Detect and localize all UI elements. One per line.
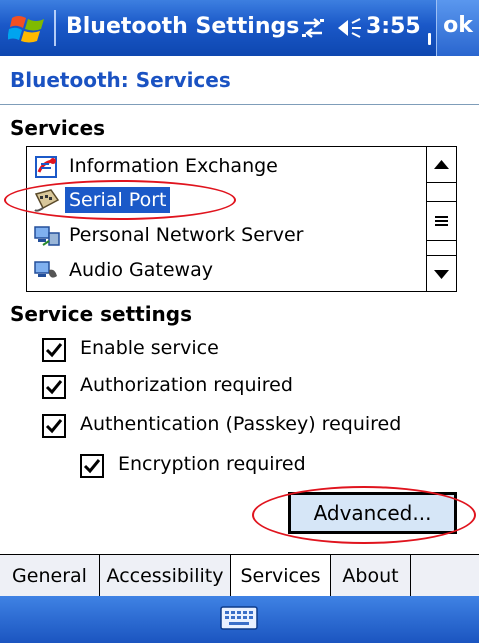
tab-general[interactable]: General xyxy=(0,555,100,597)
scroll-thumb[interactable] xyxy=(427,201,456,241)
arrow-down-icon xyxy=(434,270,449,279)
checkmark-icon xyxy=(83,459,101,474)
authentication-option[interactable]: Authentication (Passkey) required xyxy=(42,412,442,442)
list-item[interactable]: Audio Gateway xyxy=(33,253,425,287)
list-item-label: Personal Network Server xyxy=(69,224,304,246)
window-title: Bluetooth Settings xyxy=(66,14,300,39)
authentication-checkbox[interactable] xyxy=(42,414,66,438)
grip-icon xyxy=(435,216,448,226)
vertical-scrollbar[interactable] xyxy=(426,147,456,291)
arrow-up-icon xyxy=(434,160,449,169)
header-divider xyxy=(0,104,479,105)
tab-services[interactable]: Services xyxy=(231,555,331,597)
tab-bar: General Accessibility Services About xyxy=(0,554,479,597)
authorization-option[interactable]: Authorization required xyxy=(42,373,342,403)
scroll-up-button[interactable] xyxy=(427,147,456,183)
checkmark-icon xyxy=(45,343,63,358)
tab-accessibility[interactable]: Accessibility xyxy=(100,555,231,597)
title-separator xyxy=(54,10,56,46)
keyboard-icon[interactable] xyxy=(220,606,258,630)
services-heading: Services xyxy=(10,116,106,140)
title-divider-mark xyxy=(428,33,431,45)
encryption-option[interactable]: Encryption required xyxy=(80,452,340,482)
volume-icon[interactable] xyxy=(336,16,362,40)
ok-button[interactable]: ok xyxy=(436,0,479,56)
authorization-checkbox[interactable] xyxy=(42,375,66,399)
list-item[interactable]: Personal Network Server xyxy=(33,218,425,252)
title-bar: Bluetooth Settings 3:55 ok xyxy=(0,0,479,56)
service-settings-heading: Service settings xyxy=(10,302,193,326)
checkmark-icon xyxy=(45,380,63,395)
list-item[interactable]: Information Exchange xyxy=(33,149,425,183)
connectivity-icon[interactable] xyxy=(300,17,326,39)
encryption-checkbox[interactable] xyxy=(80,454,104,478)
list-item-label: Audio Gateway xyxy=(69,259,213,281)
clock[interactable]: 3:55 xyxy=(366,14,421,39)
information-exchange-icon xyxy=(35,156,57,178)
list-item-label: Information Exchange xyxy=(69,155,278,177)
highlight-ellipse xyxy=(4,180,236,220)
authentication-label: Authentication (Passkey) required xyxy=(80,413,402,435)
enable-service-checkbox[interactable] xyxy=(42,338,66,362)
page-title: Bluetooth: Services xyxy=(10,68,231,92)
enable-service-option[interactable]: Enable service xyxy=(42,336,302,366)
tab-about[interactable]: About xyxy=(331,555,411,597)
scroll-down-button[interactable] xyxy=(427,255,456,291)
highlight-ellipse xyxy=(252,486,476,544)
checkmark-icon xyxy=(45,419,63,434)
menu-bar xyxy=(0,596,479,643)
enable-service-label: Enable service xyxy=(80,337,219,359)
audio-gateway-icon xyxy=(34,261,57,278)
windows-start-icon[interactable] xyxy=(8,10,48,46)
network-server-icon xyxy=(34,226,60,246)
authorization-label: Authorization required xyxy=(80,374,293,396)
encryption-label: Encryption required xyxy=(118,453,306,475)
